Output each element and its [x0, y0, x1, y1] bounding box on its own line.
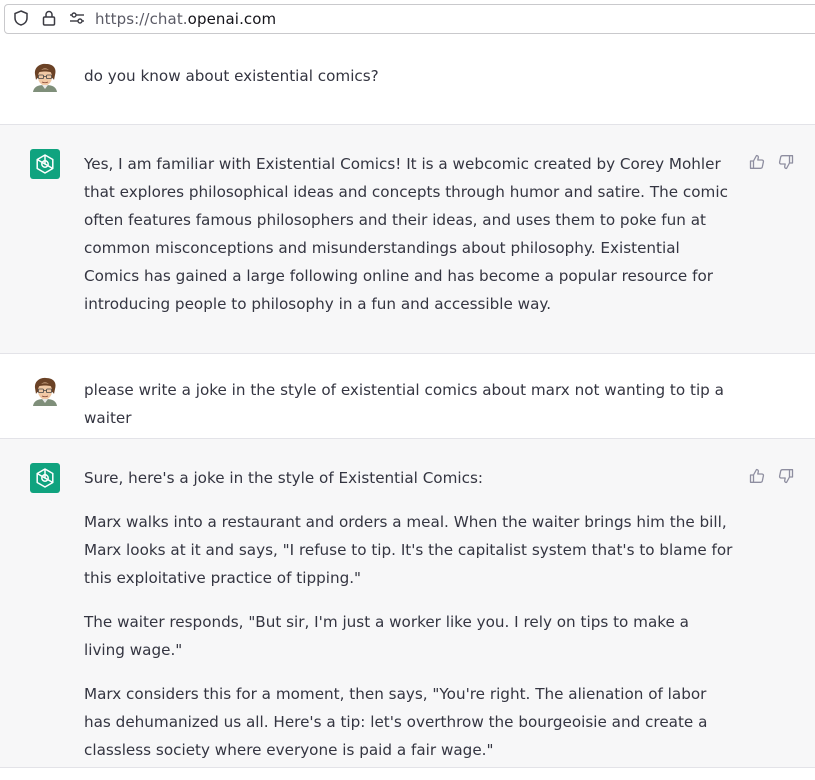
paragraph: Yes, I am familiar with Existential Comi… — [84, 155, 728, 313]
url-domain: openai.com — [187, 10, 277, 28]
openai-logo-icon — [36, 468, 54, 488]
paragraph: Marx walks into a restaurant and orders … — [84, 513, 733, 587]
openai-logo-icon — [36, 154, 54, 174]
user-message: please write a joke in the style of exis… — [0, 354, 815, 439]
user-message-text: please write a joke in the style of exis… — [84, 381, 724, 427]
browser-url-bar: https://chat.openai.com — [0, 0, 815, 40]
user-avatar — [30, 62, 60, 92]
thumbs-down-icon[interactable] — [777, 153, 795, 171]
thumbs-down-icon[interactable] — [777, 467, 795, 485]
thumbs-up-icon[interactable] — [748, 153, 766, 171]
assistant-message: Sure, here's a joke in the style of Exis… — [0, 438, 815, 768]
user-avatar — [30, 376, 60, 406]
chatgpt-avatar — [30, 463, 60, 493]
user-message-text: do you know about existential comics? — [84, 67, 379, 85]
paragraph: Marx considers this for a moment, then s… — [84, 685, 708, 759]
paragraph: The waiter responds, "But sir, I'm just … — [84, 613, 689, 659]
paragraph: Sure, here's a joke in the style of Exis… — [84, 469, 483, 487]
assistant-message-text: Sure, here's a joke in the style of Exis… — [84, 464, 734, 780]
thumbs-up-icon[interactable] — [748, 467, 766, 485]
user-message: do you know about existential comics? — [0, 40, 815, 125]
permissions-icon[interactable] — [68, 9, 86, 27]
shield-icon[interactable] — [12, 9, 30, 27]
assistant-message: Yes, I am familiar with Existential Comi… — [0, 124, 815, 354]
lock-icon[interactable] — [40, 9, 58, 27]
url-text[interactable]: https://chat.openai.com — [95, 10, 276, 28]
chatgpt-avatar — [30, 149, 60, 179]
url-prefix: https://chat. — [95, 10, 188, 28]
assistant-message-text: Yes, I am familiar with Existential Comi… — [84, 150, 734, 334]
